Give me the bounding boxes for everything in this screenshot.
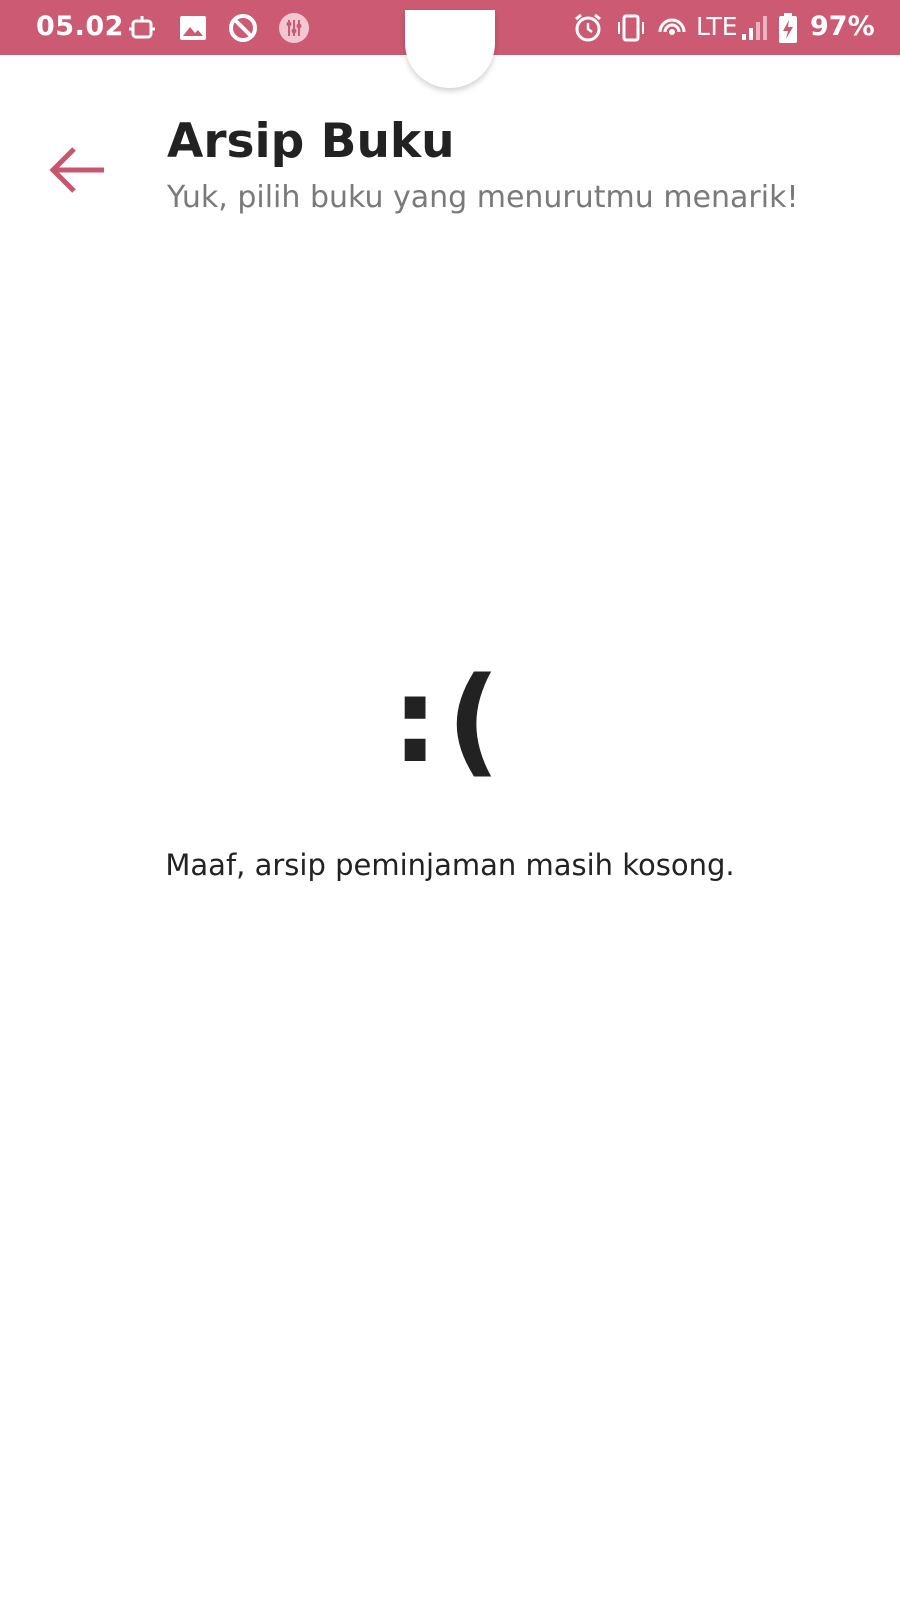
- arrow-back-icon: [49, 147, 104, 193]
- vibrate-icon: [614, 12, 646, 44]
- empty-state-message: Maaf, arsip peminjaman masih kosong.: [165, 848, 735, 882]
- page-title: Arsip Buku: [167, 114, 455, 169]
- back-button[interactable]: [42, 136, 118, 204]
- image-icon: [177, 12, 209, 44]
- status-time: 05.02: [36, 11, 124, 42]
- alarm-icon: [572, 12, 604, 44]
- android-debug-icon: [126, 12, 158, 44]
- pull-to-refresh-indicator: [405, 10, 495, 88]
- app-tuner-icon: [278, 12, 310, 44]
- network-type: LTE: [696, 12, 738, 41]
- sad-emoticon: :(: [391, 651, 509, 789]
- battery-percentage: 97%: [810, 11, 875, 42]
- signal-icon: [738, 12, 770, 44]
- hotspot-icon: [656, 12, 688, 44]
- page-subtitle: Yuk, pilih buku yang menurutmu menarik!: [167, 180, 799, 215]
- battery-charging-icon: [776, 12, 800, 44]
- no-disturb-icon: [227, 12, 259, 44]
